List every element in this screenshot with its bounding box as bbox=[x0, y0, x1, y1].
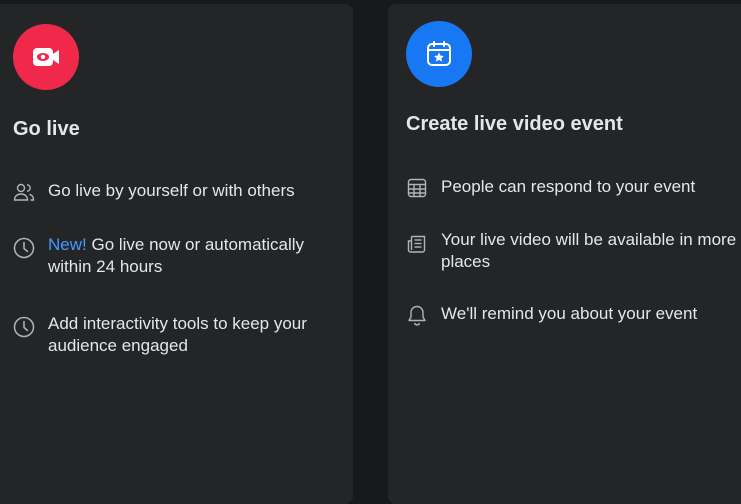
go-live-badge bbox=[13, 24, 79, 90]
live-event-title: Create live video event bbox=[406, 113, 623, 135]
live-event-feature-2-text: Your live video will be available in mor… bbox=[441, 230, 737, 271]
live-event-feature-1-text: People can respond to your event bbox=[441, 177, 696, 196]
bell-icon bbox=[406, 304, 428, 326]
clock-icon bbox=[13, 316, 35, 338]
calendar-grid-icon bbox=[406, 177, 428, 199]
live-event-card[interactable]: Create live video event People can respo… bbox=[388, 4, 741, 504]
go-live-title: Go live bbox=[13, 118, 80, 140]
go-live-card[interactable]: Go live Go live by yourself or with othe… bbox=[0, 4, 353, 504]
live-event-feature-3-text: We'll remind you about your event bbox=[441, 304, 698, 323]
news-feed-icon bbox=[406, 233, 428, 255]
people-icon bbox=[13, 181, 35, 203]
new-tag: New! bbox=[48, 235, 87, 254]
video-camera-icon bbox=[33, 48, 59, 66]
calendar-star-icon bbox=[427, 41, 451, 66]
go-live-feature-2-text: Go live now or automatically within 24 h… bbox=[48, 235, 305, 276]
clock-icon bbox=[13, 237, 35, 259]
go-live-feature-1-text: Go live by yourself or with others bbox=[48, 181, 295, 200]
go-live-feature-3-text: Add interactivity tools to keep your aud… bbox=[48, 314, 307, 355]
live-event-badge bbox=[406, 21, 472, 87]
